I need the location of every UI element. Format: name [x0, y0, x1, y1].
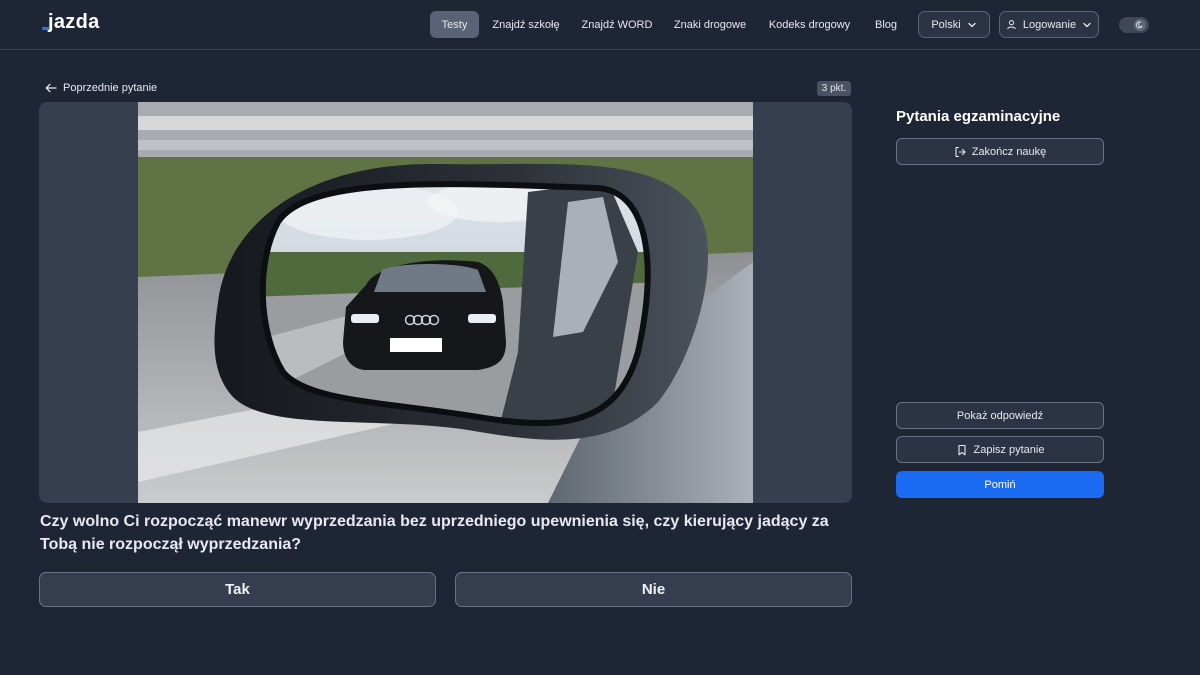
user-icon [1007, 20, 1016, 30]
login-label: Logowanie [1022, 18, 1077, 31]
chevron-down-icon [1083, 22, 1091, 27]
previous-question-link[interactable]: Poprzednie pytanie [45, 80, 157, 96]
nav-link-traffic-code[interactable]: Kodeks drogowy [764, 11, 855, 38]
end-learning-label: Zakończ naukę [971, 145, 1047, 158]
language-select[interactable]: Polski [918, 11, 990, 38]
moon-icon [1134, 19, 1146, 31]
save-question-label: Zapisz pytanie [973, 443, 1045, 456]
nav-link-road-signs[interactable]: Znaki drogowe [669, 11, 751, 38]
points-badge: 3 pkt. [817, 81, 851, 96]
sidebar-title: Pytania egzaminacyjne [896, 108, 1061, 125]
nav-link-find-word[interactable]: Znajdź WORD [578, 11, 656, 38]
answer-no-button[interactable]: Nie [455, 572, 852, 607]
bookmark-icon [957, 444, 966, 455]
nav-link-tests[interactable]: Testy [430, 11, 479, 38]
jazda-logo[interactable]: jazda [42, 11, 100, 34]
question-text: Czy wolno Ci rozpocząć manewr wyprzedzan… [40, 513, 829, 553]
question-media-card [39, 102, 852, 503]
save-question-button[interactable]: Zapisz pytanie [896, 436, 1104, 463]
answer-yes-button[interactable]: Tak [39, 572, 436, 607]
end-learning-button[interactable]: Zakończ naukę [896, 138, 1104, 165]
nav-link-find-school[interactable]: Znajdź szkołę [487, 11, 565, 38]
skip-button[interactable]: Pomiń [896, 471, 1104, 498]
question-image [138, 102, 753, 503]
language-label: Polski [931, 18, 961, 31]
top-navbar: jazda Testy Znajdź szkołę Znajdź WORD Zn… [0, 0, 1200, 50]
login-menu-button[interactable]: Logowanie [999, 11, 1099, 38]
chevron-down-icon [968, 22, 976, 27]
logout-icon [955, 146, 966, 157]
theme-toggle[interactable] [1119, 17, 1149, 33]
arrow-left-icon [45, 83, 57, 93]
previous-question-label: Poprzednie pytanie [63, 82, 158, 94]
show-answer-button[interactable]: Pokaż odpowiedź [896, 402, 1104, 429]
nav-link-blog[interactable]: Blog [868, 11, 904, 38]
logo-text: jazda [48, 11, 100, 33]
